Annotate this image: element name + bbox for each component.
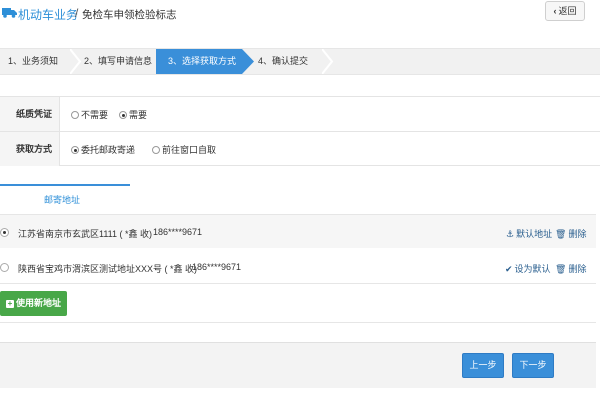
next-step-button[interactable]: 下一步 [512,353,554,378]
address-list-item[interactable]: 江苏省南京市玄武区1111 ( *鑫 收) 186****9671 ⚓ 默认地址 … [0,214,596,248]
acquisition-method-row: 获取方式 委托邮政寄递 前往窗口自取 [0,131,600,166]
address-radio-selected-icon[interactable] [0,228,9,237]
back-button[interactable]: ‹ 返回 [545,1,585,21]
acquisition-method-label: 获取方式 [0,132,60,166]
step-1: 1、业务须知 [8,56,59,66]
address-list-item[interactable]: 陕西省宝鸡市渭滨区测试地址XXX号 ( *鑫 收) 186****9671 ✔ 设… [0,250,596,284]
footer-actions: 上一步 下一步 [0,342,596,388]
address-radio-icon[interactable] [0,263,9,272]
radio-paper-needed[interactable]: 需要 [119,109,147,121]
radio-label: 需要 [129,110,148,120]
active-step-arrow-icon [242,49,254,74]
breadcrumb-separator: / [75,6,79,20]
radio-circle-selected-icon[interactable] [119,111,127,119]
radio-postal-delivery[interactable]: 委托邮政寄递 [71,144,135,156]
trash-icon: 🗑 [555,264,567,274]
page-title: 免检车申领检验标志 [82,9,177,21]
chevron-left-icon: ‹ [553,6,557,16]
radio-circle-icon[interactable] [71,111,79,119]
step-2: 2、填写申请信息 [84,56,153,66]
use-new-address-label: 使用新地址 [15,298,61,308]
trash-icon: 🗑 [555,229,567,239]
set-default-label: 设为默认 [514,264,551,274]
check-icon: ✔ [505,264,513,274]
delete-label: 删除 [568,229,587,239]
address-text: 江苏省南京市玄武区1111 ( *鑫 收) [18,229,153,239]
step-4: 4、确认提交 [258,56,309,66]
step-3-active: 3、选择获取方式 [156,49,242,74]
paper-voucher-label: 纸质凭证 [0,97,60,131]
back-button-label: 返回 [558,6,577,16]
delete-address-link[interactable]: 🗑 删除 [555,227,586,240]
delete-label: 删除 [568,264,587,274]
app-title[interactable]: 机动车业务 [18,6,78,23]
acquisition-form: 纸质凭证 不需要 需要 获取方式 委托邮政寄递 前往窗口自取 [0,96,600,166]
delete-address-link[interactable]: 🗑 删除 [555,262,586,275]
prev-step-button[interactable]: 上一步 [462,353,504,378]
anchor-icon: ⚓ [506,229,515,239]
tab-mailing-address[interactable]: 邮寄地址 [44,193,80,206]
plus-icon: + [5,299,14,308]
address-tab-indicator [0,184,130,186]
address-phone: 186****9671 [153,227,203,237]
use-new-address-button[interactable]: + 使用新地址 [0,291,67,316]
paper-voucher-row: 纸质凭证 不需要 需要 [0,97,600,131]
address-text: 陕西省宝鸡市渭滨区测试地址XXX号 ( *鑫 收) [18,264,198,274]
new-address-section: + 使用新地址 [0,283,596,323]
radio-circle-selected-icon[interactable] [71,146,79,154]
step-progress-bar: 1、业务须知 2、填写申请信息 3、选择获取方式 4、确认提交 [0,48,600,75]
step-3-label: 3、选择获取方式 [168,56,237,66]
step-separator-icon [70,49,82,74]
default-address-link[interactable]: ⚓ 默认地址 [506,227,552,240]
radio-circle-icon[interactable] [152,146,160,154]
default-address-label: 默认地址 [516,229,553,239]
radio-window-pickup[interactable]: 前往窗口自取 [152,144,216,156]
truck-icon [2,8,17,18]
radio-label: 委托邮政寄递 [81,145,136,155]
page-header: 机动车业务 / 免检车申领检验标志 ‹ 返回 [0,0,600,26]
radio-label: 前往窗口自取 [162,145,217,155]
address-phone: 186****9671 [192,262,242,272]
set-default-link[interactable]: ✔ 设为默认 [505,262,551,275]
radio-label: 不需要 [81,110,109,120]
radio-paper-not-needed[interactable]: 不需要 [71,109,108,121]
step-end-arrow-icon [322,49,334,74]
